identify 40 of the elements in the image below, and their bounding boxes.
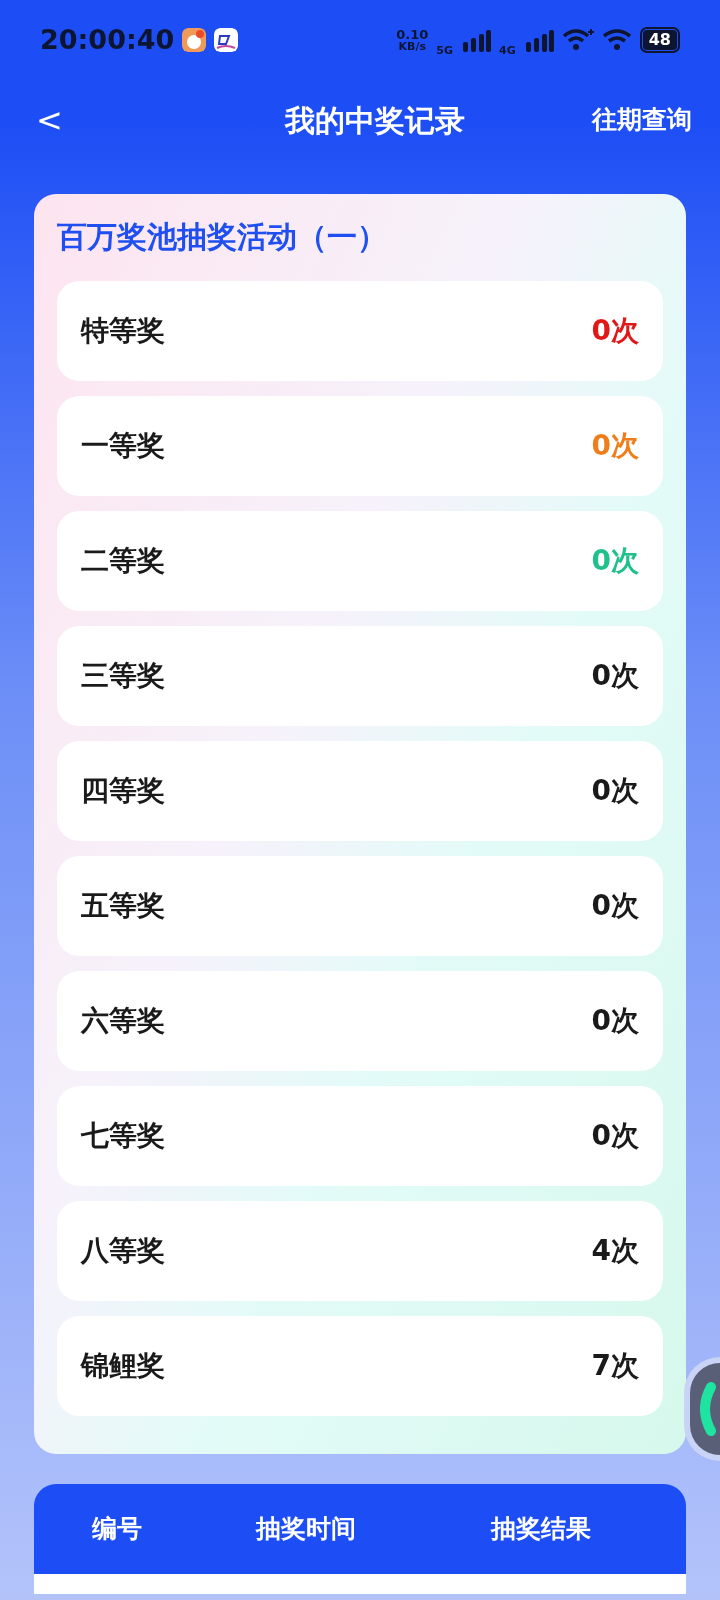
wifi-icon <box>601 28 632 52</box>
signal-icon <box>523 28 554 52</box>
column-header: 抽奖时间 <box>254 1513 358 1546</box>
prize-name: 一等奖 <box>81 428 165 464</box>
prize-name: 六等奖 <box>81 1003 165 1039</box>
prize-name: 七等奖 <box>81 1118 165 1154</box>
prize-count: 0次 <box>591 543 639 579</box>
status-time: 20:00:40 <box>40 22 175 57</box>
prize-count: 0次 <box>591 1118 639 1154</box>
app-notification-icon <box>214 28 239 52</box>
network-type: 4G <box>499 42 516 59</box>
column-header: 抽奖结果 <box>489 1513 592 1546</box>
prize-count: 0次 <box>591 773 639 809</box>
column-header: 编号 <box>90 1513 143 1546</box>
prize-name: 锦鲤奖 <box>81 1348 165 1384</box>
prize-name: 四等奖 <box>81 773 165 809</box>
back-button[interactable]: < <box>30 104 69 136</box>
wifi-icon <box>561 28 594 52</box>
prize-name: 特等奖 <box>81 313 165 349</box>
prize-count: 0次 <box>591 313 639 349</box>
prize-name: 三等奖 <box>81 658 165 694</box>
signal-icon <box>461 28 492 52</box>
prize-count: 7次 <box>591 1348 639 1384</box>
network-speed-unit: KB/s <box>398 41 427 52</box>
network-type: 5G <box>436 42 454 59</box>
prize-name: 二等奖 <box>81 543 165 579</box>
battery-icon: 48 <box>639 27 680 53</box>
app-notification-icon <box>182 28 207 52</box>
prize-count: 0次 <box>591 888 639 924</box>
network-speed: 0.10 <box>396 28 429 41</box>
prize-count: 0次 <box>591 1003 639 1039</box>
prize-count: 0次 <box>591 658 639 694</box>
history-query-link[interactable]: 往期查询 <box>592 101 692 139</box>
prize-count: 0次 <box>591 428 639 464</box>
prize-count: 4次 <box>591 1233 639 1269</box>
activity-title: 百万奖池抽奖活动（一） <box>57 218 388 256</box>
prize-name: 八等奖 <box>81 1233 165 1269</box>
arc-icon <box>700 1382 718 1436</box>
prize-name: 五等奖 <box>81 888 165 924</box>
page-title: 我的中奖记录 <box>285 101 466 140</box>
